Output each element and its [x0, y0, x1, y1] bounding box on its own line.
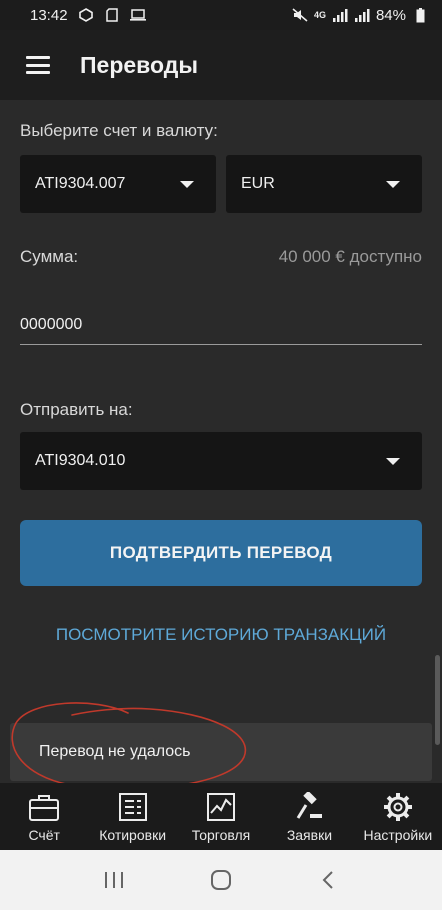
nav-label: Торговля: [191, 827, 251, 843]
available-balance: 40 000 € доступно: [278, 247, 422, 266]
nav-label: Настройки: [363, 827, 433, 843]
nav-label: Заявки: [286, 827, 333, 843]
error-toast: Перевод не удалось: [10, 723, 432, 781]
battery-icon: [412, 7, 428, 22]
chevron-down-icon: [180, 181, 194, 188]
chevron-down-icon: [386, 458, 400, 465]
amount-input[interactable]: [20, 305, 422, 345]
amount-label: Сумма:: [20, 247, 79, 266]
system-navigation-bar: [0, 850, 442, 910]
briefcase-icon: [28, 791, 60, 823]
chevron-down-icon: [386, 181, 400, 188]
app-bar: Переводы: [0, 30, 442, 100]
bottom-navigation: Счёт Котировки Торговля Заявки Настройки: [0, 783, 442, 850]
status-bar: 13:42 4G 84%: [0, 0, 442, 30]
signal-roaming-icon: [354, 8, 370, 22]
mute-icon: [292, 8, 308, 22]
nav-item-account[interactable]: Счёт: [0, 783, 88, 850]
destination-select-value: ATI9304.010: [35, 452, 126, 469]
battery-percent: 84%: [375, 6, 406, 24]
back-icon[interactable]: [308, 860, 348, 900]
nav-item-settings[interactable]: Настройки: [354, 783, 442, 850]
scrollbar[interactable]: [435, 655, 440, 745]
account-label: Выберите счет и валюту:: [20, 121, 218, 140]
nav-item-quotes[interactable]: Котировки: [88, 783, 176, 850]
menu-icon[interactable]: [26, 56, 50, 74]
gear-icon: [382, 791, 414, 823]
home-icon[interactable]: [201, 860, 241, 900]
recent-apps-icon[interactable]: [94, 860, 134, 900]
toast-message: Перевод не удалось: [39, 743, 191, 760]
quotes-list-icon: [117, 791, 149, 823]
network-type: 4G: [313, 10, 326, 20]
nav-label: Счёт: [28, 827, 60, 843]
page-title: Переводы: [80, 51, 198, 78]
app-notification-icon: [78, 8, 94, 22]
sd-card-icon: [104, 8, 120, 22]
destination-select[interactable]: ATI9304.010: [20, 432, 422, 490]
transaction-history-link[interactable]: ПОСМОТРИТЕ ИСТОРИЮ ТРАНЗАКЦИЙ: [0, 625, 442, 645]
account-select[interactable]: ATI9304.007: [20, 155, 216, 213]
gavel-icon: [293, 791, 325, 823]
send-to-label: Отправить на:: [20, 400, 133, 419]
nav-label: Котировки: [99, 827, 167, 843]
account-select-value: ATI9304.007: [35, 175, 126, 192]
status-time: 13:42: [30, 6, 68, 24]
currency-select-value: EUR: [241, 175, 275, 192]
transfer-form: Выберите счет и валюту: ATI9304.007 EUR …: [0, 100, 442, 790]
confirm-transfer-button[interactable]: ПОДТВЕРДИТЬ ПЕРЕВОД: [20, 520, 422, 586]
nav-item-trading[interactable]: Торговля: [177, 783, 265, 850]
signal-icon: [332, 8, 348, 22]
currency-select[interactable]: EUR: [226, 155, 422, 213]
nav-item-orders[interactable]: Заявки: [265, 783, 353, 850]
chart-icon: [205, 791, 237, 823]
laptop-icon: [129, 8, 146, 22]
